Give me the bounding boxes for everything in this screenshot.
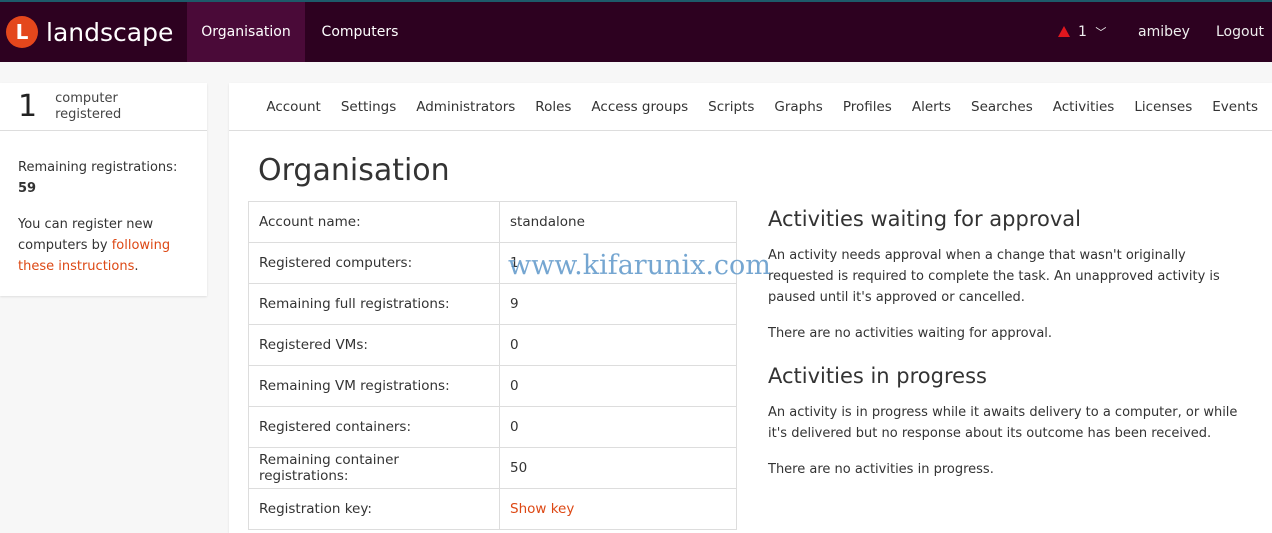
show-key-link[interactable]: Show key bbox=[510, 501, 574, 517]
waiting-none: There are no activities waiting for appr… bbox=[768, 326, 1053, 341]
user-link[interactable]: amibey bbox=[1138, 2, 1190, 62]
row-label: Remaining container registrations: bbox=[248, 447, 500, 489]
row-label: Account name: bbox=[248, 201, 500, 243]
row-label: Registration key: bbox=[248, 488, 500, 530]
row-label: Registered computers: bbox=[248, 242, 500, 284]
subnav-roles[interactable]: Roles bbox=[535, 99, 571, 115]
row-label: Registered containers: bbox=[248, 406, 500, 448]
subnav-account[interactable]: Account bbox=[266, 99, 321, 115]
table-row: Registered containers: 0 bbox=[248, 406, 737, 448]
logout-link[interactable]: Logout bbox=[1216, 2, 1264, 62]
logo[interactable]: L landscape bbox=[6, 16, 173, 48]
top-bar: L landscape Organisation Computers 1 ﹀ a… bbox=[0, 0, 1272, 62]
remaining-value: 59 bbox=[18, 181, 37, 196]
row-value: 0 bbox=[499, 406, 737, 448]
subnav-administrators[interactable]: Administrators bbox=[416, 99, 515, 115]
waiting-desc: An activity needs approval when a change… bbox=[768, 248, 1220, 305]
table-row: Registered VMs: 0 bbox=[248, 324, 737, 366]
row-value: 50 bbox=[499, 447, 737, 489]
subnav-licenses[interactable]: Licenses bbox=[1134, 99, 1192, 115]
count-label-1: computer bbox=[55, 90, 118, 106]
alerts-count: 1 bbox=[1078, 24, 1087, 40]
chevron-down-icon: ﹀ bbox=[1095, 26, 1107, 39]
subnav-activities[interactable]: Activities bbox=[1053, 99, 1115, 115]
tab-organisation[interactable]: Organisation bbox=[187, 2, 305, 62]
progress-none: There are no activities in progress. bbox=[768, 462, 994, 477]
main-panel: Account Settings Administrators Roles Access… bbox=[229, 83, 1272, 533]
row-value: Show key bbox=[499, 488, 737, 530]
row-label: Remaining VM registrations: bbox=[248, 365, 500, 407]
subnav-alerts[interactable]: Alerts bbox=[912, 99, 951, 115]
landscape-logo-icon: L bbox=[6, 16, 38, 48]
alert-triangle-icon bbox=[1058, 26, 1070, 37]
subnav-scripts[interactable]: Scripts bbox=[708, 99, 754, 115]
watermark: www.kifarunix.com bbox=[508, 250, 771, 281]
progress-desc: An activity is in progress while it awai… bbox=[768, 405, 1238, 441]
row-value: 0 bbox=[499, 365, 737, 407]
subnav-access-groups[interactable]: Access groups bbox=[591, 99, 688, 115]
row-value: 0 bbox=[499, 324, 737, 366]
count-label-2: registered bbox=[55, 106, 122, 122]
subnav-graphs[interactable]: Graphs bbox=[774, 99, 822, 115]
sidebar-summary: 1 computer registered Remaining registrat… bbox=[0, 83, 207, 296]
subnav-profiles[interactable]: Profiles bbox=[843, 99, 892, 115]
subnav-searches[interactable]: Searches bbox=[971, 99, 1033, 115]
table-row: Remaining VM registrations: 0 bbox=[248, 365, 737, 407]
subnav-settings[interactable]: Settings bbox=[341, 99, 396, 115]
logo-text: landscape bbox=[46, 17, 174, 47]
table-row: Account name: standalone bbox=[248, 201, 737, 243]
sub-navigation: Account Settings Administrators Roles Access… bbox=[229, 83, 1272, 131]
alerts-dropdown[interactable]: 1 ﹀ bbox=[1058, 2, 1106, 62]
subnav-events[interactable]: Events bbox=[1212, 99, 1258, 115]
table-row: Registration key: Show key bbox=[248, 488, 737, 530]
progress-title: Activities in progress bbox=[768, 364, 987, 388]
row-value: standalone bbox=[499, 201, 737, 243]
waiting-title: Activities waiting for approval bbox=[768, 207, 1081, 231]
register-text: You can register new computers by follow… bbox=[18, 217, 171, 274]
row-value: 9 bbox=[499, 283, 737, 325]
remaining-label: Remaining registrations: bbox=[18, 160, 178, 175]
computer-count: 1 bbox=[18, 89, 38, 124]
activities-panel: Activities waiting for approval An activ… bbox=[768, 207, 1248, 495]
row-label: Registered VMs: bbox=[248, 324, 500, 366]
page-title: Organisation bbox=[258, 153, 450, 188]
tab-computers[interactable]: Computers bbox=[305, 2, 415, 62]
row-label: Remaining full registrations: bbox=[248, 283, 500, 325]
table-row: Remaining container registrations: 50 bbox=[248, 447, 737, 489]
table-row: Remaining full registrations: 9 bbox=[248, 283, 737, 325]
